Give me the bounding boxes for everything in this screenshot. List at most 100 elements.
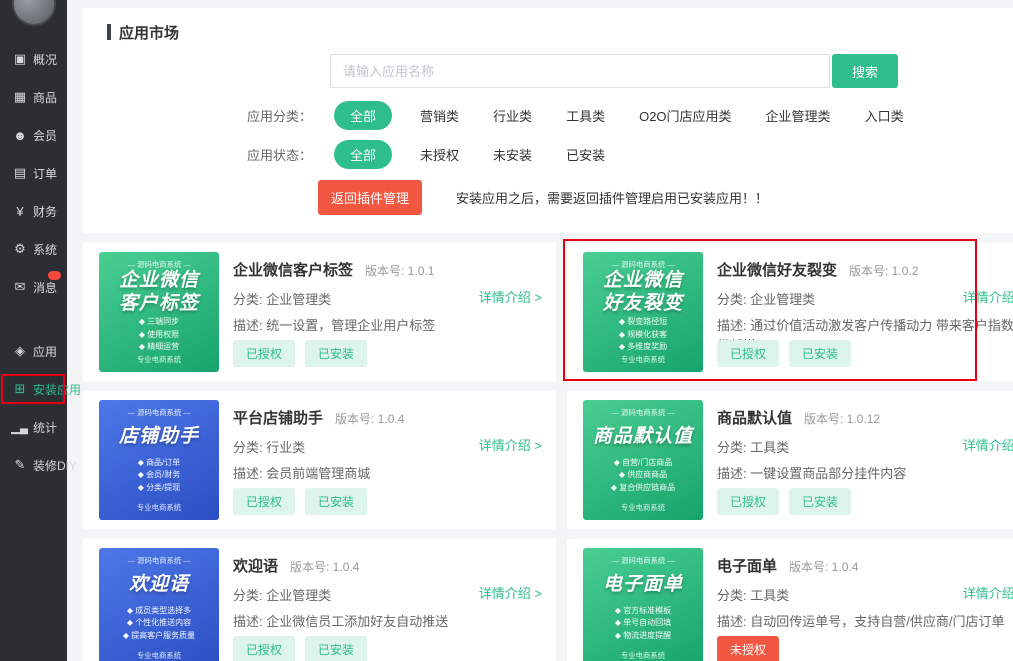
app-version: 版本号: 1.0.2	[849, 262, 918, 279]
app-badges: 未授权	[717, 636, 1013, 661]
stats-icon: ▁▃▅	[11, 419, 28, 435]
app-badges: 已授权已安装	[717, 340, 1013, 373]
status-badge: 已安装	[789, 488, 851, 515]
filter-option[interactable]: 入口类	[865, 106, 904, 125]
app-image-bottom-caption: 专业电商系统	[621, 650, 665, 660]
message-badge	[48, 271, 61, 280]
sidebar-item-message[interactable]: ✉消息	[0, 268, 67, 306]
detail-link[interactable]: 详情介绍 >	[479, 287, 542, 306]
filter-option[interactable]: O2O门店应用类	[639, 106, 731, 125]
sidebar-item-overview[interactable]: ▣ 概况	[0, 40, 67, 78]
apps-icon: ◈	[11, 343, 28, 359]
app-image: — 源码电商系统 — 电子面单 ◆ 官方标准模板◆ 单号自动回填◆ 物流进度提醒…	[583, 548, 703, 661]
sidebar-item-orders[interactable]: ▤订单	[0, 154, 67, 192]
status-badge: 已授权	[233, 340, 295, 367]
sidebar-item-diy[interactable]: ✎装修DIY	[0, 446, 67, 484]
app-info: 欢迎语 版本号: 1.0.4 分类: 企业管理类 描述: 企业微信员工添加好友自…	[233, 547, 540, 661]
avatar[interactable]	[12, 0, 56, 26]
status-badge: 已安装	[305, 488, 367, 515]
status-badge: 已授权	[233, 488, 295, 515]
overview-icon: ▣	[11, 51, 28, 67]
goods-icon: ▦	[11, 89, 28, 105]
app-name: 欢迎语	[233, 555, 278, 576]
app-name: 平台店铺助手	[233, 407, 323, 428]
filter-option[interactable]: 未安装	[493, 145, 532, 164]
detail-link[interactable]: 详情介绍 >	[963, 435, 1013, 454]
filter-option[interactable]: 全部	[334, 140, 392, 169]
app-image-title: 商品默认值	[593, 426, 693, 449]
sidebar-item-label: 概况	[33, 51, 57, 68]
app-image-features: ◆ 商品/订单◆ 会员/财务◆ 分类/提现	[138, 457, 181, 494]
app-info: 电子面单 版本号: 1.0.4 分类: 工具类 描述: 自动回传运单号，支持自营…	[717, 547, 1013, 661]
app-image: — 源码电商系统 — 企业微信好友裂变 ◆ 裂变路径短◆ 规模化获客◆ 多维度奖…	[583, 252, 703, 372]
app-image-features: ◆ 官方标准模板◆ 单号自动回填◆ 物流进度提醒	[615, 605, 671, 642]
detail-link[interactable]: 详情介绍 >	[479, 435, 542, 454]
sidebar-item-label: 安装应用	[33, 381, 81, 398]
app-image-top-caption: — 源码电商系统 —	[128, 407, 191, 417]
app-name: 电子面单	[717, 555, 777, 576]
app-card: — 源码电商系统 — 店铺助手 ◆ 商品/订单◆ 会员/财务◆ 分类/提现 专业…	[83, 391, 556, 529]
filter-rows: 应用分类：全部营销类行业类工具类O2O门店应用类企业管理类入口类应用状态：全部未…	[107, 102, 1013, 168]
filter-option[interactable]: 未授权	[420, 145, 459, 164]
sidebar-item-apps[interactable]: ◈ 应用	[0, 332, 67, 370]
sidebar-item-install-apps[interactable]: ⊞安装应用	[0, 370, 67, 408]
app-image: — 源码电商系统 — 企业微信客户标签 ◆ 三端同步◆ 使用权限◆ 精细运营 专…	[99, 252, 219, 372]
detail-link[interactable]: 详情介绍 >	[479, 583, 542, 602]
app-description: 描述: 通过价值活动激发客户传播动力 带来客户指数级新增	[717, 316, 1013, 340]
finance-icon: ¥	[11, 204, 28, 219]
search-input[interactable]	[330, 54, 830, 88]
app-version: 版本号: 1.0.4	[335, 410, 404, 427]
filter-option[interactable]: 营销类	[420, 106, 459, 125]
members-icon: ☻	[11, 128, 28, 143]
app-info: 平台店铺助手 版本号: 1.0.4 分类: 行业类 描述: 会员前端管理商城 已…	[233, 399, 540, 521]
sidebar-item-goods[interactable]: ▦商品	[0, 78, 67, 116]
search-button[interactable]: 搜索	[832, 54, 898, 88]
detail-link[interactable]: 详情介绍 >	[963, 287, 1013, 306]
app-description: 描述: 自动回传运单号，支持自营/供应商/门店订单	[717, 612, 1013, 632]
app-image: — 源码电商系统 — 商品默认值 ◆ 自营/门店商品◆ 供应商商品◆ 复合供应链…	[583, 400, 703, 520]
sidebar-item-members[interactable]: ☻会员	[0, 116, 67, 154]
filter-option[interactable]: 工具类	[566, 106, 605, 125]
app-image-title: 欢迎语	[129, 574, 189, 597]
main-content: 应用市场 搜索 应用分类：全部营销类行业类工具类O2O门店应用类企业管理类入口类…	[67, 0, 1013, 661]
filter-row: 应用分类：全部营销类行业类工具类O2O门店应用类企业管理类入口类	[247, 102, 1013, 129]
status-badge: 已授权	[233, 636, 295, 661]
status-badge: 已授权	[717, 488, 779, 515]
app-image: — 源码电商系统 — 欢迎语 ◆ 成员类型选择多◆ 个性化推送内容◆ 提高客户服…	[99, 548, 219, 661]
sidebar-item-finance[interactable]: ¥财务	[0, 192, 67, 230]
app-description: 描述: 一键设置商品部分挂件内容	[717, 464, 1013, 484]
notice-row: 返回插件管理 安装应用之后，需要返回插件管理启用已安装应用！！	[318, 180, 1013, 215]
app-description: 描述: 会员前端管理商城	[233, 464, 540, 484]
apps-grid: — 源码电商系统 — 企业微信客户标签 ◆ 三端同步◆ 使用权限◆ 精细运营 专…	[83, 243, 1013, 661]
sidebar-item-stats[interactable]: ▁▃▅ 统计	[0, 408, 67, 446]
app-image-bottom-caption: 专业电商系统	[137, 650, 181, 660]
status-badge: 已安装	[305, 340, 367, 367]
status-badge: 已安装	[305, 636, 367, 661]
app-description: 描述: 统一设置，管理企业用户标签	[233, 316, 540, 336]
app-image-features: ◆ 裂变路径短◆ 规模化获客◆ 多维度奖励	[619, 316, 667, 353]
app-image: — 源码电商系统 — 店铺助手 ◆ 商品/订单◆ 会员/财务◆ 分类/提现 专业…	[99, 400, 219, 520]
filter-option[interactable]: 全部	[334, 101, 392, 130]
notice-text: 安装应用之后，需要返回插件管理启用已安装应用！！	[456, 188, 768, 207]
app-info: 企业微信客户标签 版本号: 1.0.1 分类: 企业管理类 描述: 统一设置，管…	[233, 251, 540, 373]
detail-link[interactable]: 详情介绍 >	[963, 583, 1013, 602]
sidebar-item-system[interactable]: ⚙系统	[0, 230, 67, 268]
app-version: 版本号: 1.0.4	[789, 558, 858, 575]
filter-option[interactable]: 企业管理类	[766, 106, 831, 125]
app-image-top-caption: — 源码电商系统 —	[128, 555, 191, 565]
sidebar-item-label: 应用	[33, 343, 57, 360]
app-info: 商品默认值 版本号: 1.0.12 分类: 工具类 描述: 一键设置商品部分挂件…	[717, 399, 1013, 521]
filter-option[interactable]: 已安装	[566, 145, 605, 164]
search-bar: 搜索	[330, 54, 1013, 88]
app-card: — 源码电商系统 — 电子面单 ◆ 官方标准模板◆ 单号自动回填◆ 物流进度提醒…	[567, 539, 1013, 661]
filter-option[interactable]: 行业类	[493, 106, 532, 125]
app-image-bottom-caption: 专业电商系统	[621, 354, 665, 364]
app-image-top-caption: — 源码电商系统 —	[612, 259, 675, 269]
sidebar-menu: ▣ 概况 ▦商品☻会员▤订单¥财务⚙系统✉消息 ◈ 应用 ⊞安装应用 ▁▃▅ 统计 ✎装修DIY	[0, 40, 67, 484]
app-image-top-caption: — 源码电商系统 —	[612, 407, 675, 417]
sidebar-item-label: 统计	[33, 419, 57, 436]
return-plugin-button[interactable]: 返回插件管理	[318, 180, 422, 215]
filter-label: 应用状态：	[247, 145, 312, 164]
app-version: 版本号: 1.0.4	[290, 558, 359, 575]
sidebar-item-label: 系统	[33, 241, 57, 258]
